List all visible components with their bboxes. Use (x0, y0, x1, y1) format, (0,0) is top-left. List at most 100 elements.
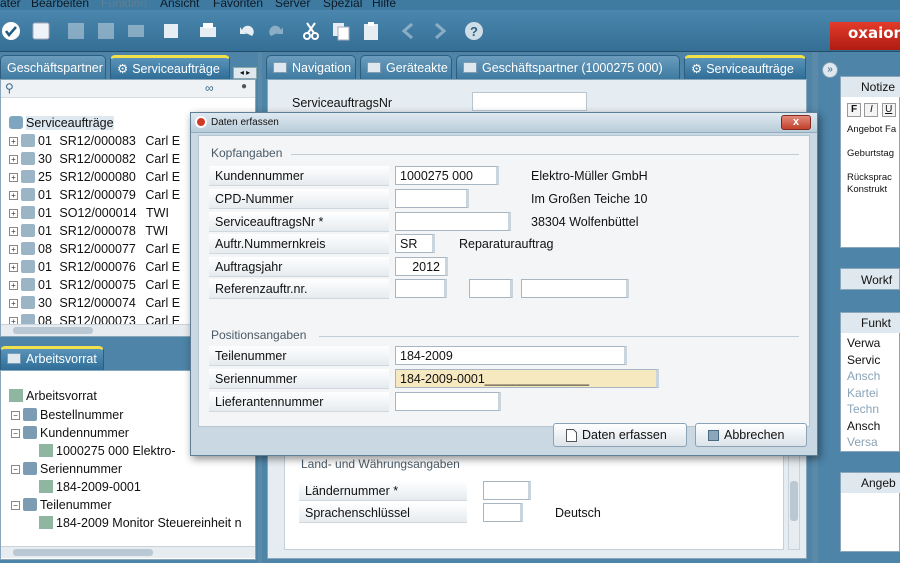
pin-icon[interactable]: ● (241, 81, 247, 92)
order-row[interactable]: +01 SR12/000083 Carl E (9, 134, 180, 152)
undo-icon[interactable] (236, 20, 258, 42)
menu-ansicht[interactable]: Ansicht (160, 0, 199, 10)
funktion-item[interactable]: Techn (847, 401, 880, 418)
tree-root-serviceauftraege[interactable]: Serviceaufträge (9, 116, 114, 134)
tab-navigation[interactable]: Navigation (266, 55, 356, 79)
order-row[interactable]: +30 SR12/000082 Carl E (9, 152, 180, 170)
work-folder[interactable]: − Kundennummer (11, 426, 129, 444)
center-vscroll[interactable] (788, 450, 800, 550)
serviceauftragsnr-input[interactable] (395, 212, 511, 231)
expand-icon[interactable]: + (9, 227, 18, 236)
order-row[interactable]: +01 SO12/000014 TWI (9, 206, 169, 224)
link-icon[interactable]: ∞ (205, 81, 214, 95)
dialog-titlebar[interactable]: Daten erfassen x (191, 113, 817, 133)
expand-icon[interactable]: + (9, 173, 18, 182)
work-folder[interactable]: − Seriennummer (11, 462, 122, 480)
back-icon[interactable] (398, 20, 420, 42)
menu-favoriten[interactable]: Favoriten (213, 0, 263, 10)
collapse-icon[interactable]: − (11, 429, 20, 438)
collapse-right-button[interactable]: » (822, 62, 838, 78)
tab-serviceauftraege-left[interactable]: ⚙ Serviceaufträge (110, 55, 230, 79)
expand-icon[interactable]: + (9, 155, 18, 164)
print-preview-icon[interactable] (160, 20, 182, 42)
work-tree-root[interactable]: Arbeitsvorrat (9, 389, 97, 407)
funktion-item[interactable]: Kartei (847, 385, 880, 402)
order-row[interactable]: +01 SR12/000078 TWI (9, 224, 168, 242)
tab-serviceauftraege-center[interactable]: ⚙ Serviceaufträge (684, 55, 806, 79)
order-row[interactable]: +25 SR12/000080 Carl E (9, 170, 180, 188)
underline-button[interactable]: U (881, 103, 896, 117)
abbrechen-button[interactable]: Abbrechen (695, 423, 807, 447)
tab-geschaeftspartner[interactable]: Geschäftspartner (0, 55, 106, 79)
filter-icon[interactable]: ⚲ (5, 81, 14, 95)
serviceauftragsnr-field[interactable] (472, 92, 587, 111)
expand-icon[interactable]: + (9, 245, 18, 254)
save-icon[interactable] (65, 20, 87, 42)
copy-doc-icon[interactable] (197, 20, 219, 42)
order-row[interactable]: +01 SR12/000076 Carl E (9, 260, 180, 278)
tab-geraeteakte[interactable]: Geräteakte (360, 55, 452, 79)
redo-icon[interactable] (265, 20, 287, 42)
square-icon[interactable] (30, 20, 52, 42)
menu-bearbeiten[interactable]: Bearbeiten (31, 0, 89, 10)
auftragsjahr-input[interactable]: 2012 (395, 257, 448, 276)
laendernummer-input[interactable] (483, 481, 531, 500)
order-row[interactable]: +08 SR12/000077 Carl E (9, 242, 180, 260)
menu-hilfe[interactable]: Hilfe (372, 0, 396, 10)
expand-icon[interactable]: + (9, 281, 18, 290)
work-item[interactable]: 184-2009-0001 (39, 480, 141, 498)
order-row[interactable]: +01 SR12/000079 Carl E (9, 188, 180, 206)
menu-server[interactable]: Server (275, 0, 310, 10)
italic-button[interactable]: I (864, 103, 879, 117)
seriennummer-input[interactable]: 184-2009-0001_______________ (395, 369, 659, 388)
check-icon[interactable] (0, 20, 22, 42)
workflow-panel[interactable]: Workf (840, 268, 900, 290)
menu-datei[interactable]: ater (0, 0, 21, 10)
expand-icon[interactable]: + (9, 191, 18, 200)
referenz-input-3[interactable] (521, 279, 629, 298)
expand-icon[interactable]: + (9, 263, 18, 272)
funktion-item[interactable]: Ansch (847, 418, 880, 435)
help-icon[interactable]: ? (463, 20, 485, 42)
collapse-icon[interactable]: − (11, 411, 20, 420)
sprachenschluessel-input[interactable] (483, 503, 523, 522)
referenz-input-1[interactable] (395, 279, 447, 298)
cpd-input[interactable] (395, 189, 469, 208)
order-row[interactable]: +01 SR12/000075 Carl E (9, 278, 180, 296)
kundennummer-input[interactable]: 1000275 000 (395, 166, 499, 185)
funktion-item[interactable]: Versa (847, 434, 880, 451)
teilenummer-input[interactable]: 184-2009 (395, 346, 627, 365)
expand-icon[interactable]: + (9, 299, 18, 308)
referenz-input-2[interactable] (469, 279, 513, 298)
work-item[interactable]: 1000275 000 Elektro- (39, 444, 176, 462)
menu-spezial[interactable]: Spezial (323, 0, 362, 10)
close-button[interactable]: x (781, 115, 811, 130)
bold-button[interactable]: F (847, 103, 861, 117)
tab-nav-arrows[interactable]: ◂ ▸ (233, 67, 257, 79)
tab-geschaeftspartner-detail[interactable]: Geschäftspartner (1000275 000) (456, 55, 680, 79)
expand-icon[interactable]: + (9, 209, 18, 218)
collapse-icon[interactable]: − (11, 465, 20, 474)
daten-erfassen-button[interactable]: Daten erfassen (553, 423, 687, 447)
menu-funktion[interactable]: Funktion (101, 0, 147, 10)
work-folder[interactable]: − Teilenummer (11, 498, 112, 516)
paste-icon[interactable] (360, 20, 382, 42)
nummernkreis-input[interactable]: SR (395, 234, 435, 253)
order-row[interactable]: +30 SR12/000074 Carl E (9, 296, 180, 314)
print-icon[interactable] (125, 20, 147, 42)
funktion-item[interactable]: Ansch (847, 368, 880, 385)
save-all-icon[interactable] (95, 20, 117, 42)
expand-icon[interactable]: + (9, 137, 18, 146)
funktion-item[interactable]: Servic (847, 352, 880, 369)
collapse-icon[interactable]: − (11, 501, 20, 510)
work-item[interactable]: 184-2009 Monitor Steuereinheit n (39, 516, 242, 534)
work-folder[interactable]: − Bestellnummer (11, 408, 123, 426)
cut-icon[interactable] (300, 20, 322, 42)
work-hscroll[interactable] (1, 546, 255, 558)
tab-arbeitsvorrat[interactable]: Arbeitsvorrat (0, 346, 104, 370)
funktion-item[interactable]: Verwa (847, 335, 880, 352)
lieferantennummer-input[interactable] (395, 392, 501, 411)
copy-icon[interactable] (330, 20, 352, 42)
forward-icon[interactable] (428, 20, 450, 42)
notiz-text[interactable]: Angebot Fa Geburtstag Rücksprac Konstrukt (847, 124, 896, 196)
